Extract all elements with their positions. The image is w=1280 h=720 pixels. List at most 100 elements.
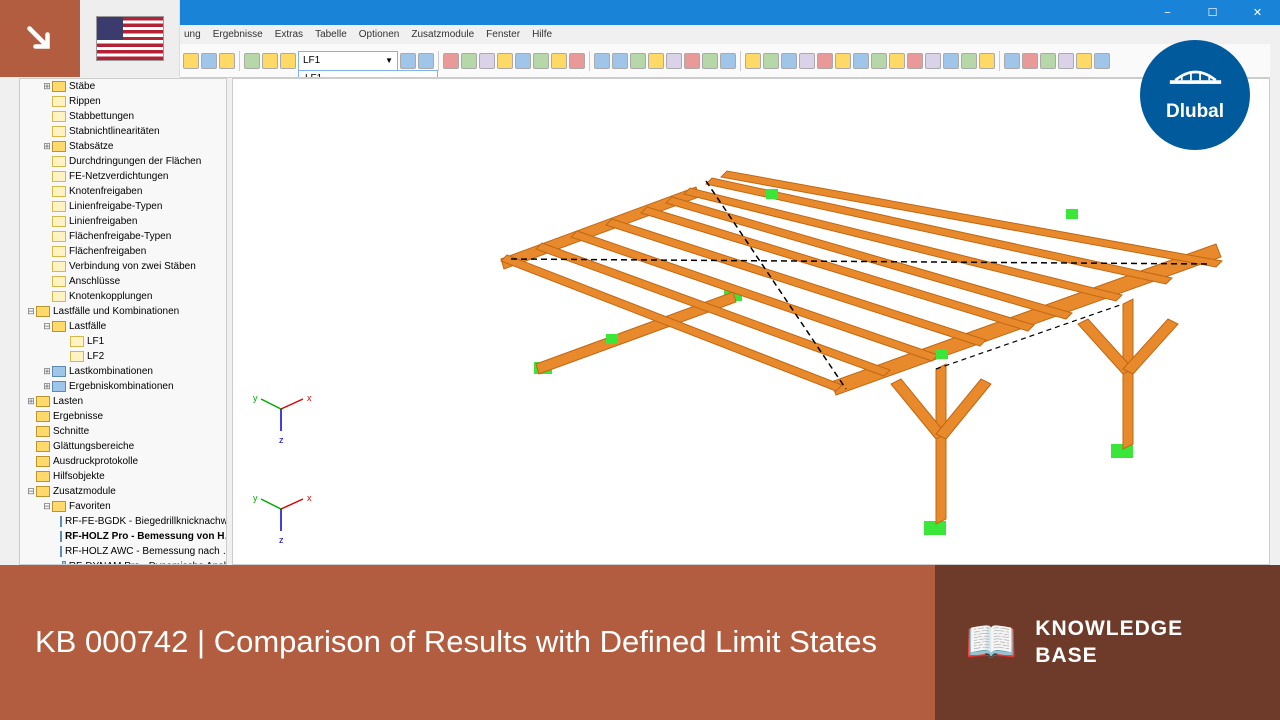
toolbar-icon[interactable] <box>1022 53 1038 69</box>
tree-item[interactable]: ⊞Stabsätze <box>20 139 226 154</box>
tree-item[interactable]: Ausdruckprotokolle <box>20 454 226 469</box>
toolbar-icon[interactable] <box>1076 53 1092 69</box>
svg-text:x: x <box>307 493 312 503</box>
tree-item[interactable]: Knotenfreigaben <box>20 184 226 199</box>
toolbar-icon[interactable] <box>551 53 567 69</box>
tree-item[interactable]: RF-HOLZ Pro - Bemessung von H… <box>20 529 226 544</box>
dropdown-option[interactable]: LF1 <box>299 71 437 79</box>
tree-item[interactable]: RF-FE-BGDK - Biegedrillknicknachw <box>20 514 226 529</box>
toolbar-icon[interactable] <box>943 53 959 69</box>
banner-category-area: 📖 KNOWLEDGE BASE <box>935 565 1280 720</box>
toolbar-icon[interactable] <box>497 53 513 69</box>
tree-item[interactable]: Flächenfreigaben <box>20 244 226 259</box>
toolbar-icon[interactable] <box>799 53 815 69</box>
tree-item[interactable]: ⊞Lastkombinationen <box>20 364 226 379</box>
tree-item[interactable]: Flächenfreigabe-Typen <box>20 229 226 244</box>
tree-item[interactable]: Glättungsbereiche <box>20 439 226 454</box>
menu-item[interactable]: Optionen <box>359 29 400 40</box>
dropdown-menu: LF1 LF2 LK1 - 1.35*LF1 + 1.5*LF2 LK2 - 1… <box>298 70 438 79</box>
toolbar-icon[interactable] <box>400 53 416 69</box>
toolbar-icon[interactable] <box>1040 53 1056 69</box>
menu-item[interactable]: Hilfe <box>532 29 552 40</box>
toolbar-icon[interactable] <box>817 53 833 69</box>
book-icon: 📖 <box>965 618 1017 667</box>
tree-item[interactable]: ⊟Favoriten <box>20 499 226 514</box>
tree-item[interactable]: ⊞Stäbe <box>20 79 226 94</box>
tree-item[interactable]: ⊟Lastfälle <box>20 319 226 334</box>
toolbar-icon[interactable] <box>569 53 585 69</box>
toolbar-icon[interactable] <box>1058 53 1074 69</box>
minimize-button[interactable]: − <box>1145 0 1190 25</box>
tree-item[interactable]: ⊞Lasten <box>20 394 226 409</box>
tree-item[interactable]: Schnitte <box>20 424 226 439</box>
tree-item[interactable]: LF2 <box>20 349 226 364</box>
toolbar-icon[interactable] <box>835 53 851 69</box>
toolbar-icon[interactable] <box>666 53 682 69</box>
toolbar-icon[interactable] <box>201 53 217 69</box>
tree-item[interactable]: Stabbettungen <box>20 109 226 124</box>
toolbar-icon[interactable] <box>781 53 797 69</box>
toolbar-icon[interactable] <box>533 53 549 69</box>
toolbar-icon[interactable] <box>853 53 869 69</box>
toolbar-icon[interactable] <box>443 53 459 69</box>
tree-item[interactable]: Rippen <box>20 94 226 109</box>
tree-item[interactable]: Knotenkopplungen <box>20 289 226 304</box>
toolbar-icon[interactable] <box>702 53 718 69</box>
toolbar-icon[interactable] <box>979 53 995 69</box>
model-viewport[interactable]: x y z x y z <box>232 78 1270 565</box>
toolbar-icon[interactable] <box>219 53 235 69</box>
toolbar-icon[interactable] <box>1004 53 1020 69</box>
toolbar-icon[interactable] <box>871 53 887 69</box>
toolbar-icon[interactable] <box>183 53 199 69</box>
tree-item[interactable]: RF-HOLZ AWC - Bemessung nach … <box>20 544 226 559</box>
toolbar-icon[interactable] <box>418 53 434 69</box>
toolbar-icon[interactable] <box>594 53 610 69</box>
toolbar-icon[interactable] <box>745 53 761 69</box>
tree-item[interactable]: Verbindung von zwei Stäben <box>20 259 226 274</box>
tree-item[interactable]: Hilfsobjekte <box>20 469 226 484</box>
toolbar-icon[interactable] <box>1094 53 1110 69</box>
tree-item[interactable]: Stabnichtlinearitäten <box>20 124 226 139</box>
toolbar-icon[interactable] <box>479 53 495 69</box>
tree-item[interactable]: ⊟Zusatzmodule <box>20 484 226 499</box>
toolbar-icon[interactable] <box>961 53 977 69</box>
toolbar-icon[interactable] <box>612 53 628 69</box>
load-case-dropdown[interactable]: LF1 ▼ LF1 LF2 LK1 - 1.35*LF1 + 1.5*LF2 L… <box>298 51 398 71</box>
toolbar-icon[interactable] <box>684 53 700 69</box>
banner-title: KB 000742 | Comparison of Results with D… <box>35 622 877 662</box>
toolbar-icon[interactable] <box>720 53 736 69</box>
toolbar-icon[interactable] <box>889 53 905 69</box>
language-flag[interactable] <box>80 0 180 77</box>
tree-item[interactable]: FE-Netzverdichtungen <box>20 169 226 184</box>
main-toolbar: LF1 ▼ LF1 LF2 LK1 - 1.35*LF1 + 1.5*LF2 L… <box>180 44 1270 78</box>
tree-item[interactable]: Linienfreigabe-Typen <box>20 199 226 214</box>
toolbar-icon[interactable] <box>763 53 779 69</box>
menu-item[interactable]: Ergebnisse <box>213 29 263 40</box>
toolbar-icon[interactable] <box>925 53 941 69</box>
tree-item[interactable]: LF1 <box>20 334 226 349</box>
menu-item[interactable]: Extras <box>275 29 303 40</box>
toolbar-icon[interactable] <box>244 53 260 69</box>
toolbar-icon[interactable] <box>461 53 477 69</box>
tree-item[interactable]: Durchdringungen der Flächen <box>20 154 226 169</box>
toolbar-icon[interactable] <box>262 53 278 69</box>
separator <box>740 51 741 71</box>
close-button[interactable]: ✕ <box>1235 0 1280 25</box>
tree-item[interactable]: ⊟Lastfälle und Kombinationen <box>20 304 226 319</box>
tree-item[interactable]: Anschlüsse <box>20 274 226 289</box>
menu-item[interactable]: Zusatzmodule <box>411 29 474 40</box>
toolbar-icon[interactable] <box>515 53 531 69</box>
menu-item[interactable]: Tabelle <box>315 29 347 40</box>
tree-item[interactable]: ⊞Ergebniskombinationen <box>20 379 226 394</box>
toolbar-icon[interactable] <box>280 53 296 69</box>
toolbar-icon[interactable] <box>630 53 646 69</box>
menu-item[interactable]: ung <box>184 29 201 40</box>
toolbar-icon[interactable] <box>648 53 664 69</box>
tree-item[interactable]: Ergebnisse <box>20 409 226 424</box>
svg-text:z: z <box>279 435 284 445</box>
separator <box>589 51 590 71</box>
tree-item[interactable]: Linienfreigaben <box>20 214 226 229</box>
toolbar-icon[interactable] <box>907 53 923 69</box>
maximize-button[interactable]: ☐ <box>1190 0 1235 25</box>
menu-item[interactable]: Fenster <box>486 29 520 40</box>
